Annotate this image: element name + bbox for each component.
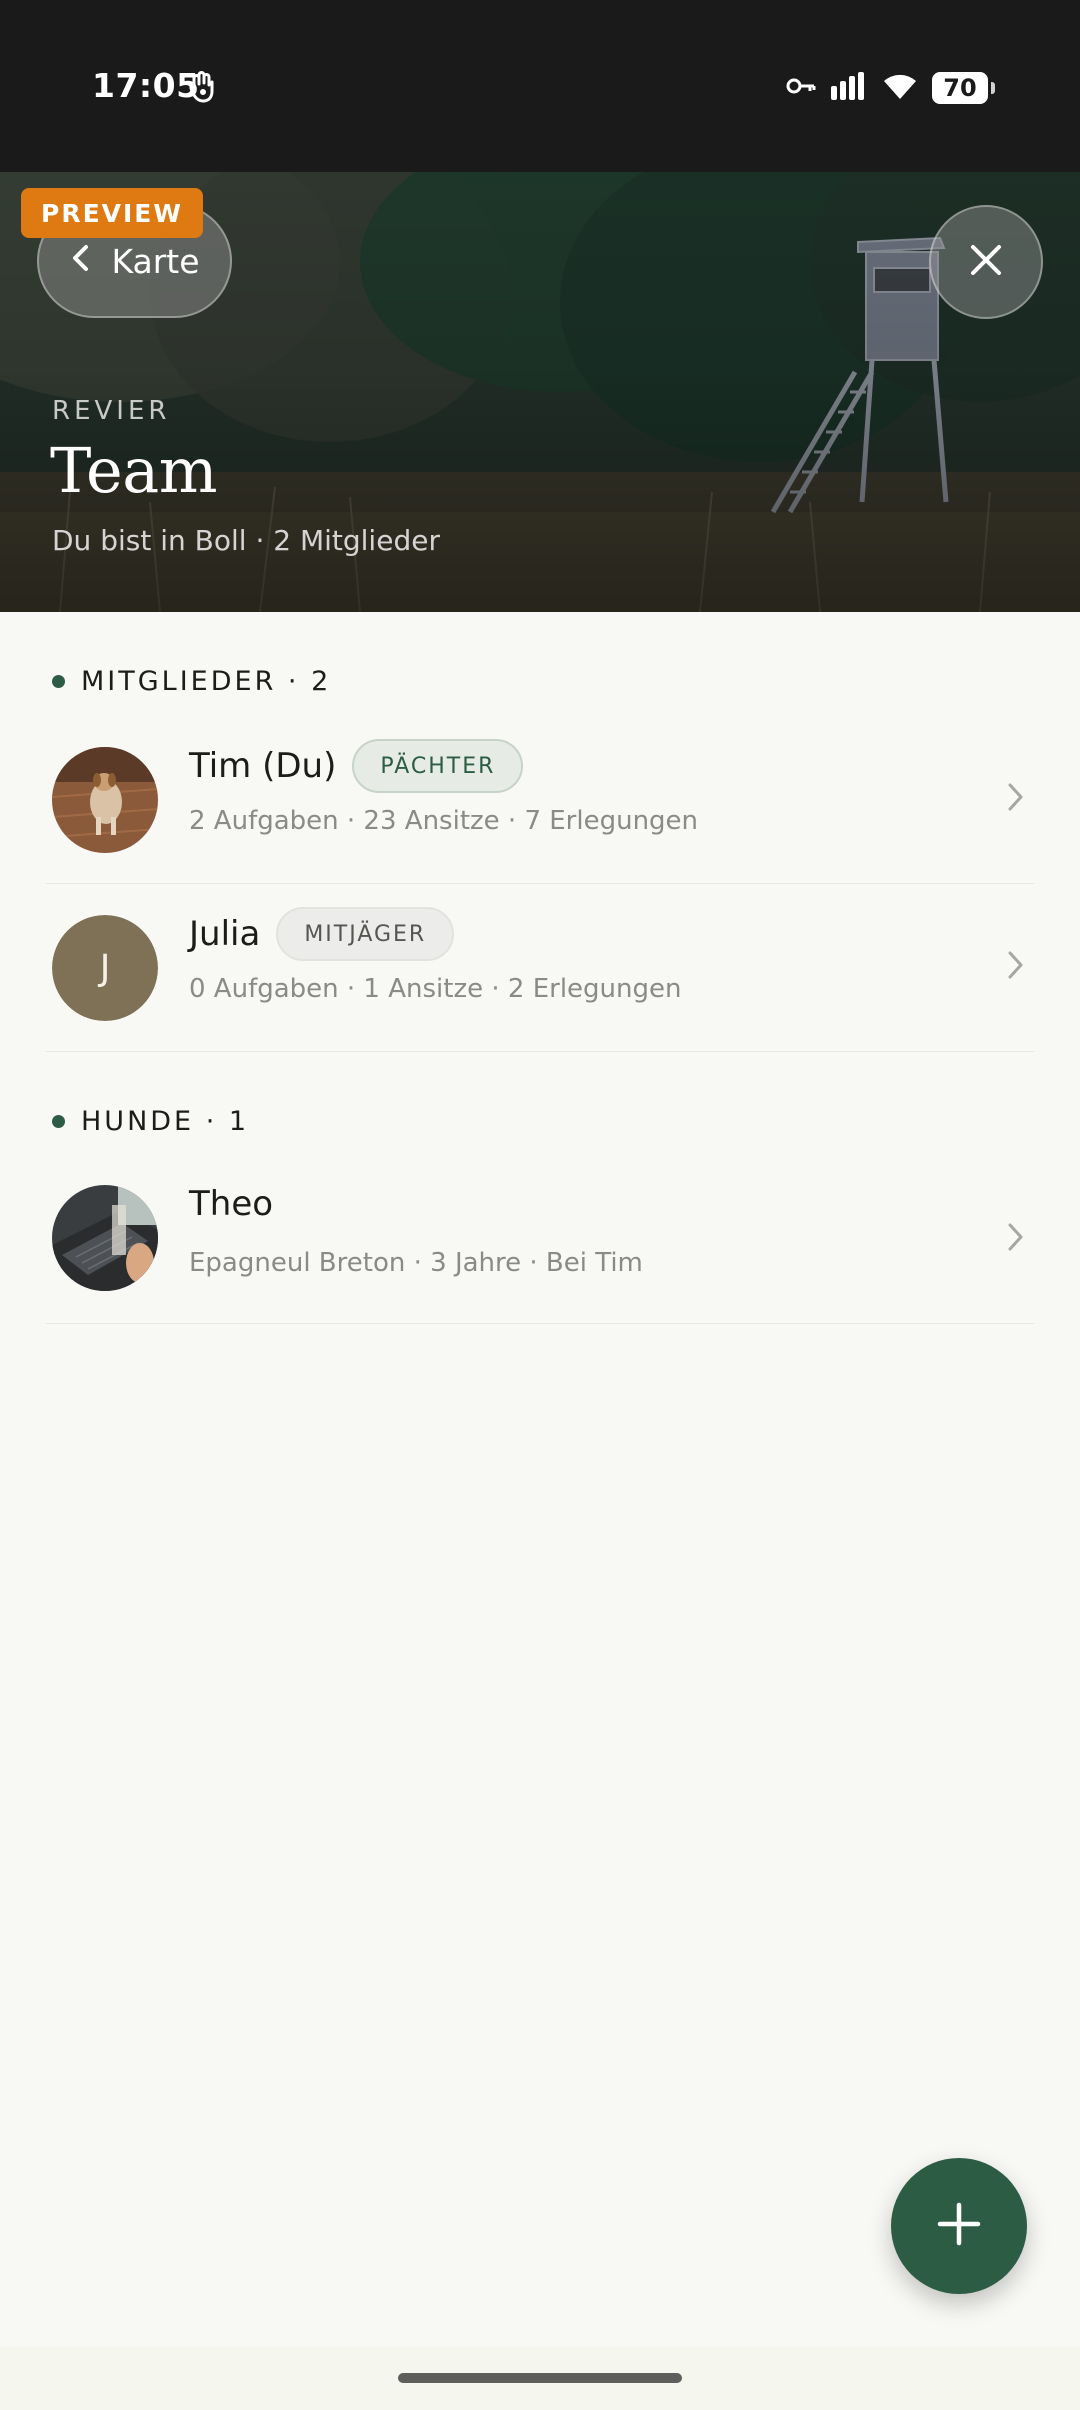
signal-icon: [830, 72, 868, 104]
section-header-dogs: HUNDE · 1: [52, 1106, 249, 1137]
section-dot: [52, 1115, 65, 1128]
page-subtitle: Du bist in Boll · 2 Mitglieder: [52, 524, 440, 557]
close-button[interactable]: [929, 205, 1043, 319]
dog-photo: [52, 1185, 158, 1291]
section-title: HUNDE · 1: [81, 1106, 250, 1137]
dog-name: Theo: [189, 1184, 274, 1224]
team-screen: 17:05 70 PREVIEW Karte REVIER Team Du bi…: [0, 0, 1080, 2410]
chevron-right-icon: [1006, 780, 1026, 814]
battery-icon: 70: [932, 72, 995, 104]
dog-details: Epagneul Breton · 3 Jahre · Bei Tim: [189, 1248, 643, 1278]
member-stats: 2 Aufgaben · 23 Ansitze · 7 Erlegungen: [189, 806, 699, 836]
avatar: [52, 747, 158, 853]
role-badge: PÄCHTER: [352, 739, 524, 793]
chevron-right-icon: [1006, 948, 1026, 982]
member-name: Julia: [189, 914, 261, 954]
status-icons: 70: [786, 68, 995, 108]
section-header-members: MITGLIEDER · 2: [52, 666, 331, 697]
row-title-line: Julia MITJÄGER: [189, 906, 455, 962]
avatar-initial: J: [52, 915, 158, 1021]
chevron-left-icon: [69, 242, 93, 281]
wifi-icon: [882, 72, 918, 104]
hero-header: PREVIEW Karte REVIER Team Du bist in Bol…: [0, 172, 1080, 612]
member-row-julia[interactable]: J Julia MITJÄGER 0 Aufgaben · 1 Ansitze …: [46, 884, 1034, 1052]
row-title-line: Theo: [189, 1176, 273, 1232]
avatar: [52, 1185, 158, 1291]
preview-badge: PREVIEW: [21, 188, 203, 238]
member-row-tim[interactable]: Tim (Du) PÄCHTER 2 Aufgaben · 23 Ansitze…: [46, 716, 1034, 884]
hero-overline: REVIER: [52, 396, 171, 426]
member-name: Tim (Du): [189, 746, 337, 786]
role-badge: MITJÄGER: [276, 907, 455, 961]
notification-hand-icon: [186, 70, 220, 106]
close-icon: [968, 242, 1004, 282]
status-bar: 17:05 70: [0, 0, 1080, 172]
section-dot: [52, 675, 65, 688]
page-title: Team: [50, 434, 218, 507]
vpn-key-icon: [786, 76, 816, 100]
home-indicator[interactable]: [398, 2373, 682, 2383]
section-title: MITGLIEDER · 2: [81, 666, 332, 697]
avatar: J: [52, 915, 158, 1021]
chevron-right-icon: [1006, 1220, 1026, 1254]
status-time: 17:05: [92, 66, 200, 105]
row-title-line: Tim (Du) PÄCHTER: [189, 738, 524, 794]
plus-icon: [936, 2201, 982, 2251]
dog-row-theo[interactable]: Theo Epagneul Breton · 3 Jahre · Bei Tim: [46, 1156, 1034, 1324]
dog-photo: [52, 747, 158, 853]
member-stats: 0 Aufgaben · 1 Ansitze · 2 Erlegungen: [189, 974, 682, 1004]
add-button[interactable]: [891, 2158, 1027, 2294]
back-button-label: Karte: [111, 241, 200, 281]
battery-level: 70: [943, 74, 977, 102]
